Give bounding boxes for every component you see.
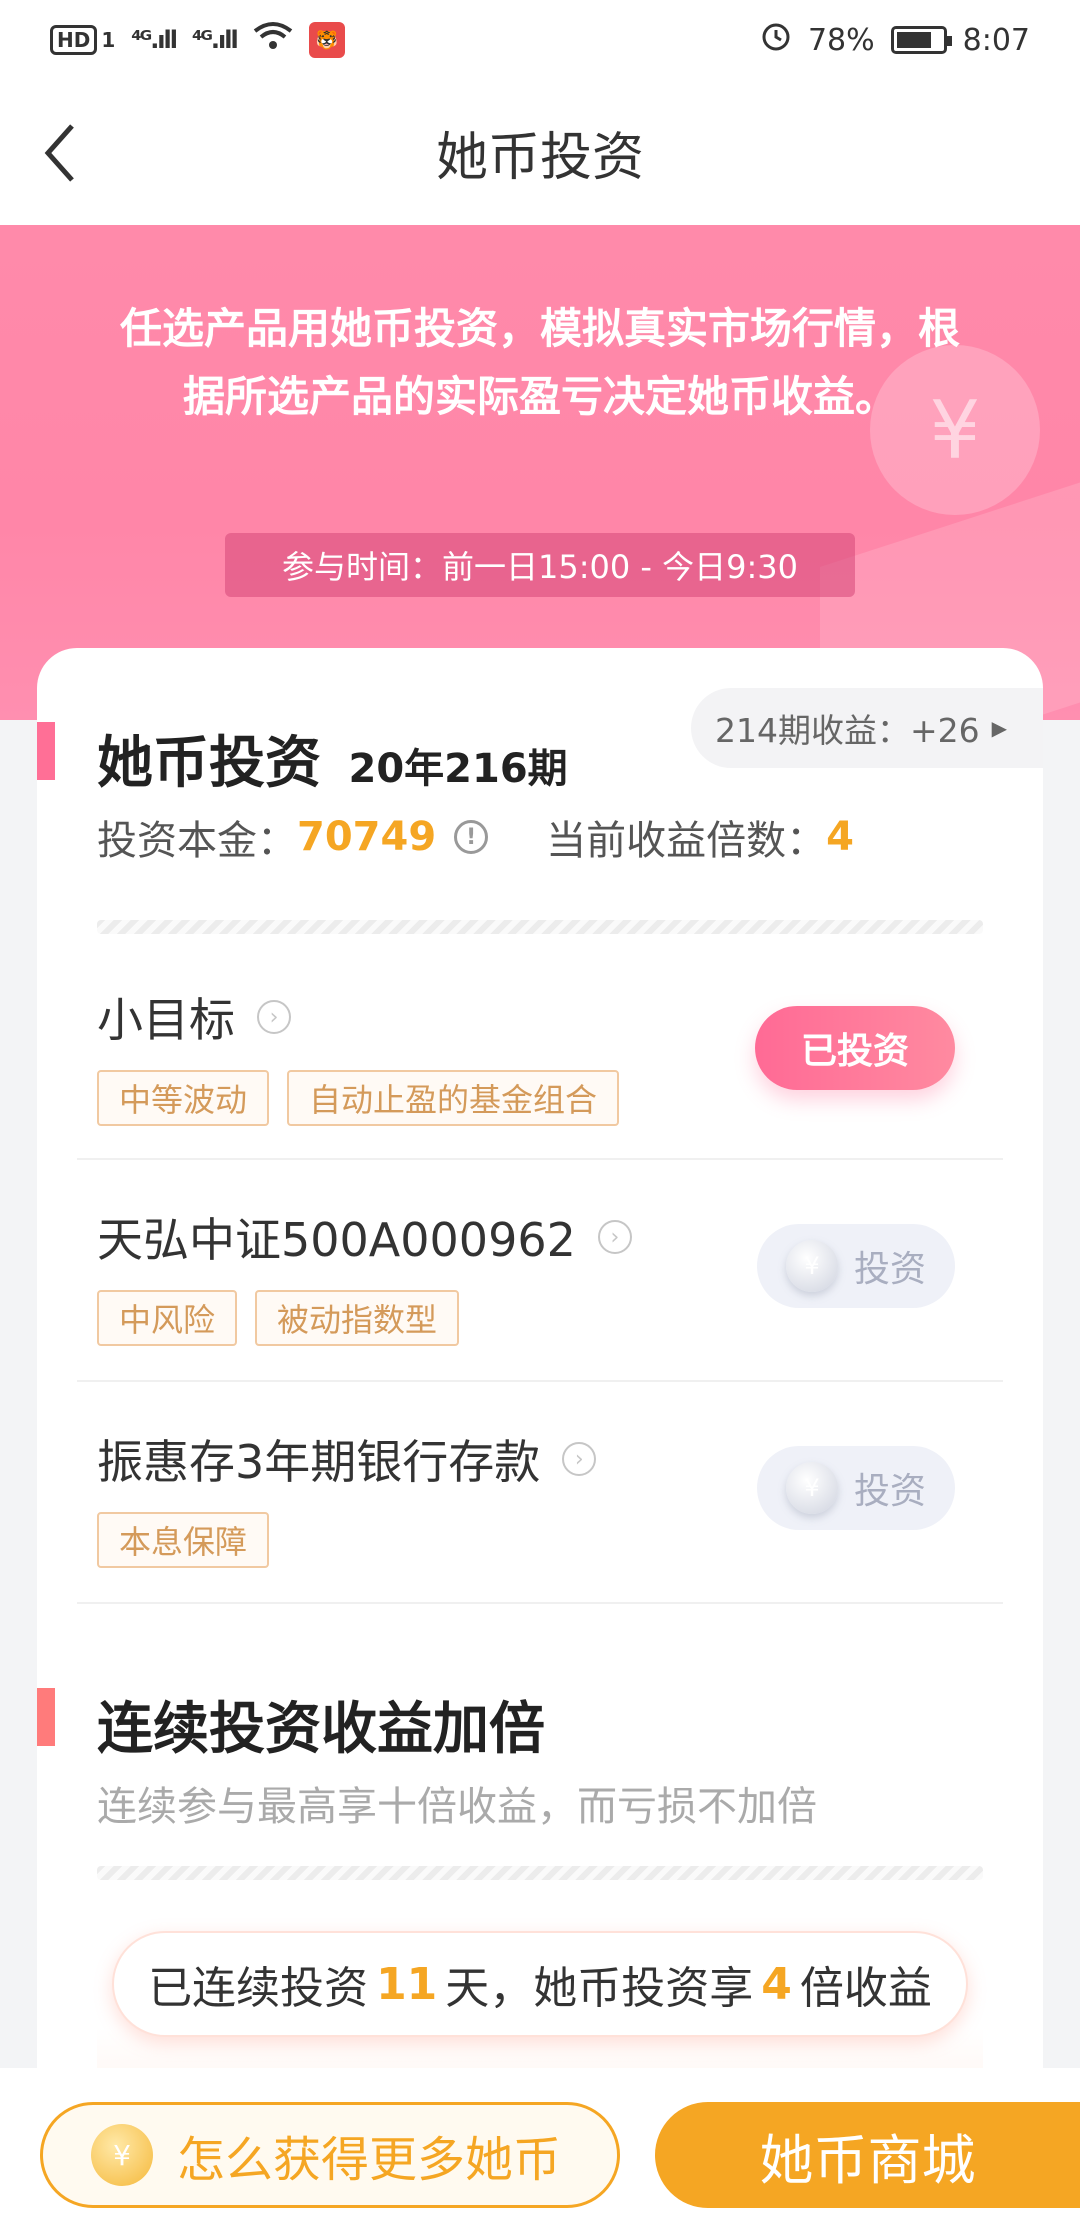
- product-tags: 本息保障: [97, 1512, 270, 1568]
- section-title: 她币投资 20年216期: [97, 718, 568, 799]
- investment-card: 她币投资 20年216期 214期收益：+26 ▶ 投资本金： 70749 ! …: [37, 648, 1043, 2108]
- previous-period-text: 214期收益：+26: [714, 711, 980, 750]
- product-tag: 自动止盈的基金组合: [287, 1070, 620, 1126]
- wifi-icon: [253, 21, 293, 59]
- chevron-left-icon: [44, 124, 74, 182]
- divider: [77, 1158, 1003, 1160]
- nav-bar: 她币投资: [0, 80, 1080, 225]
- streak-text-after: 倍收益: [799, 1963, 932, 2014]
- streak-multiplier: 4: [761, 1958, 792, 2010]
- info-icon[interactable]: !: [454, 820, 489, 854]
- invest-button[interactable]: ¥ 投资: [757, 1446, 955, 1530]
- product-name-row: 小目标 ›: [97, 984, 291, 1050]
- section-accent: [37, 722, 55, 780]
- battery-icon: [890, 26, 952, 54]
- hatched-divider: [97, 1866, 983, 1880]
- product-name-row: 振惠存3年期银行存款 ›: [97, 1426, 597, 1492]
- invested-button[interactable]: 已投资: [755, 1006, 955, 1090]
- divider: [77, 1380, 1003, 1382]
- hd-icon: HD: [50, 25, 98, 55]
- invest-button[interactable]: ¥ 投资: [757, 1224, 955, 1308]
- product-tag: 中等波动: [97, 1070, 270, 1126]
- product-item[interactable]: 振惠存3年期银行存款 › 本息保障 ¥ 投资: [97, 1396, 983, 1616]
- product-tags: 中风险 被动指数型: [97, 1290, 460, 1346]
- product-tags: 中等波动 自动止盈的基金组合: [97, 1070, 620, 1126]
- chevron-right-icon: ›: [257, 1000, 291, 1034]
- clock: 8:07: [962, 22, 1030, 58]
- section-accent: [37, 1688, 55, 1746]
- principal-row: 投资本金： 70749 ! 当前收益倍数： 4: [97, 808, 997, 866]
- hero-description: 任选产品用她币投资，模拟真实市场行情，根据所选产品的实际盈亏决定她币收益。: [119, 304, 960, 421]
- product-name: 天弘中证500A000962: [97, 1213, 576, 1267]
- bottom-bar: ¥ 怎么获得更多她币 她币商城: [0, 2068, 1080, 2240]
- back-button[interactable]: [40, 118, 110, 188]
- chevron-right-icon: ›: [562, 1442, 597, 1476]
- divider: [77, 1602, 1003, 1604]
- previous-period-earnings[interactable]: 214期收益：+26 ▶: [690, 688, 1043, 768]
- principal-label: 投资本金：: [97, 818, 297, 864]
- principal-value: 70749: [297, 814, 437, 860]
- page-title: 她币投资: [435, 128, 644, 188]
- invest-button-label: 投资: [853, 1471, 926, 1512]
- hatched-divider: [97, 920, 983, 934]
- chevron-right-icon: ›: [597, 1220, 632, 1254]
- signal-icon-2: ⁴ᴳ.ıll: [191, 26, 239, 54]
- earn-more-coins-button[interactable]: ¥ 怎么获得更多她币: [40, 2102, 620, 2208]
- alarm-icon: [760, 20, 792, 60]
- investment-title: 她币投资: [97, 731, 321, 796]
- product-item[interactable]: 小目标 › 中等波动 自动止盈的基金组合 已投资: [97, 954, 983, 1174]
- streak-banner: 已连续投资 11 天，她币投资享 4 倍收益: [112, 1931, 968, 2037]
- signal-icon: ⁴ᴳ.ıll: [131, 26, 178, 54]
- participation-time: 参与时间：前一日15:00 - 今日9:30: [225, 533, 855, 597]
- yen-coin-icon: ¥: [785, 1240, 838, 1292]
- earn-more-label: 怎么获得更多她币: [177, 2132, 562, 2188]
- product-name: 振惠存3年期银行存款: [97, 1435, 541, 1489]
- streak-title: 连续投资收益加倍: [97, 1697, 545, 1762]
- status-bar: HD 1 ⁴ᴳ.ıll ⁴ᴳ.ıll 🐯 78% 8:07: [0, 0, 1080, 80]
- multiplier-label: 当前收益倍数：: [546, 818, 827, 864]
- product-name: 小目标: [97, 993, 235, 1047]
- streak-days: 11: [376, 1958, 438, 2010]
- streak-subtitle: 连续参与最高享十倍收益，而亏损不加倍: [97, 1784, 817, 1830]
- streak-text-before: 已连续投资: [148, 1963, 369, 2014]
- period-label: 20年216期: [348, 746, 568, 792]
- streak-text-middle: 天，她币投资享: [445, 1963, 754, 2014]
- hero-banner: ¥ 任选产品用她币投资，模拟真实市场行情，根据所选产品的实际盈亏决定她币收益。 …: [0, 225, 1080, 720]
- gold-coin-icon: ¥: [91, 2124, 153, 2186]
- invest-button-label: 投资: [853, 1249, 926, 1290]
- product-name-row: 天弘中证500A000962 ›: [97, 1204, 632, 1270]
- product-tag: 被动指数型: [255, 1290, 460, 1346]
- coin-mall-button[interactable]: 她币商城: [655, 2102, 1080, 2208]
- multiplier-value: 4: [826, 814, 855, 860]
- app-notification-icon: 🐯: [308, 22, 345, 58]
- triangle-right-icon: ▶: [991, 716, 1007, 740]
- product-tag: 本息保障: [97, 1512, 270, 1568]
- sim-indicator: 1: [101, 28, 116, 52]
- product-item[interactable]: 天弘中证500A000962 › 中风险 被动指数型 ¥ 投资: [97, 1174, 983, 1394]
- product-tag: 中风险: [97, 1290, 238, 1346]
- yen-coin-icon: ¥: [785, 1462, 838, 1514]
- battery-percent: 78%: [807, 22, 875, 58]
